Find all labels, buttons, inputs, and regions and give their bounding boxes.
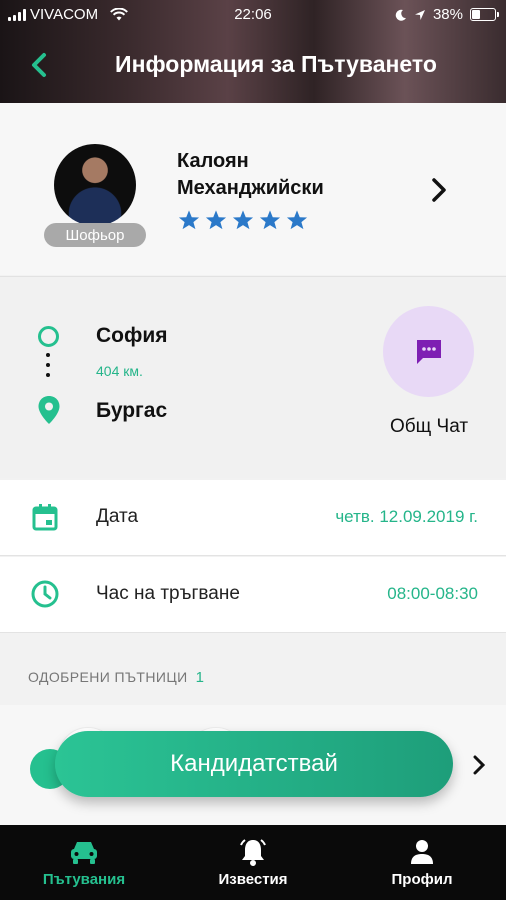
- origin-circle-icon: [38, 326, 59, 347]
- location-arrow-icon: [414, 9, 425, 20]
- battery-icon: [470, 8, 499, 21]
- departure-time-label: Час на тръгване: [96, 583, 240, 604]
- route-dots: [46, 353, 51, 383]
- date-row: Дата четв. 12.09.2019 г.: [0, 480, 506, 556]
- driver-avatar: [54, 144, 136, 226]
- group-chat-button[interactable]: [383, 306, 474, 397]
- tab-trips-label: Пътувания: [42, 871, 126, 888]
- star-icon: [259, 210, 281, 230]
- status-right: 38%: [395, 6, 499, 23]
- car-icon: [71, 842, 97, 864]
- rating-stars: [178, 209, 308, 231]
- back-button[interactable]: [24, 50, 54, 80]
- departure-time-value: 08:00-08:30: [387, 584, 478, 603]
- approved-passengers-title: ОДОБРЕНИ ПЪТНИЦИ 1: [28, 669, 204, 686]
- star-icon: [232, 210, 254, 230]
- header: VIVACOM 22:06 38% Информация за Пътуване…: [0, 0, 506, 103]
- bell-icon: [240, 839, 266, 866]
- departure-time-row: Час на тръгване 08:00-08:30: [0, 557, 506, 633]
- route-from: София: [96, 324, 168, 347]
- tab-profile-label: Профил: [391, 871, 453, 888]
- star-icon: [205, 210, 227, 230]
- status-bar: VIVACOM 22:06 38%: [0, 0, 506, 30]
- tab-notifications-label: Известия: [218, 871, 288, 888]
- calendar-icon: [32, 504, 58, 531]
- star-icon: [178, 210, 200, 230]
- page-title: Информация за Пътуването: [115, 51, 437, 77]
- star-icon: [286, 210, 308, 230]
- driver-name: Калоян Механджийски: [177, 150, 324, 199]
- chevron-right-icon[interactable]: [470, 753, 488, 777]
- apply-button[interactable]: Кандидатствай: [55, 731, 453, 797]
- moon-icon: [395, 9, 406, 21]
- route-to: Бургас: [96, 399, 168, 422]
- chat-icon: [416, 339, 441, 364]
- date-label: Дата: [96, 506, 139, 527]
- chevron-left-icon: [32, 53, 46, 77]
- group-chat-label: Общ Чат: [389, 416, 469, 437]
- route-distance: 404 км.: [96, 363, 143, 379]
- tab-notifications[interactable]: Известия: [169, 825, 337, 900]
- driver-role-badge: Шофьор: [44, 223, 146, 247]
- tab-trips[interactable]: Пътувания: [0, 825, 168, 900]
- location-pin-icon: [38, 396, 60, 424]
- approved-passengers-count: 1: [195, 669, 205, 686]
- clock-icon: [31, 580, 59, 608]
- tab-profile[interactable]: Профил: [338, 825, 506, 900]
- tab-bar: Пътувания Известия Профил: [0, 825, 506, 900]
- chevron-right-icon[interactable]: [428, 175, 450, 205]
- date-value: четв. 12.09.2019 г.: [335, 507, 478, 526]
- battery-percent: 38%: [432, 6, 463, 23]
- profile-icon: [411, 840, 433, 864]
- approved-passengers-label: ОДОБРЕНИ ПЪТНИЦИ: [28, 669, 188, 685]
